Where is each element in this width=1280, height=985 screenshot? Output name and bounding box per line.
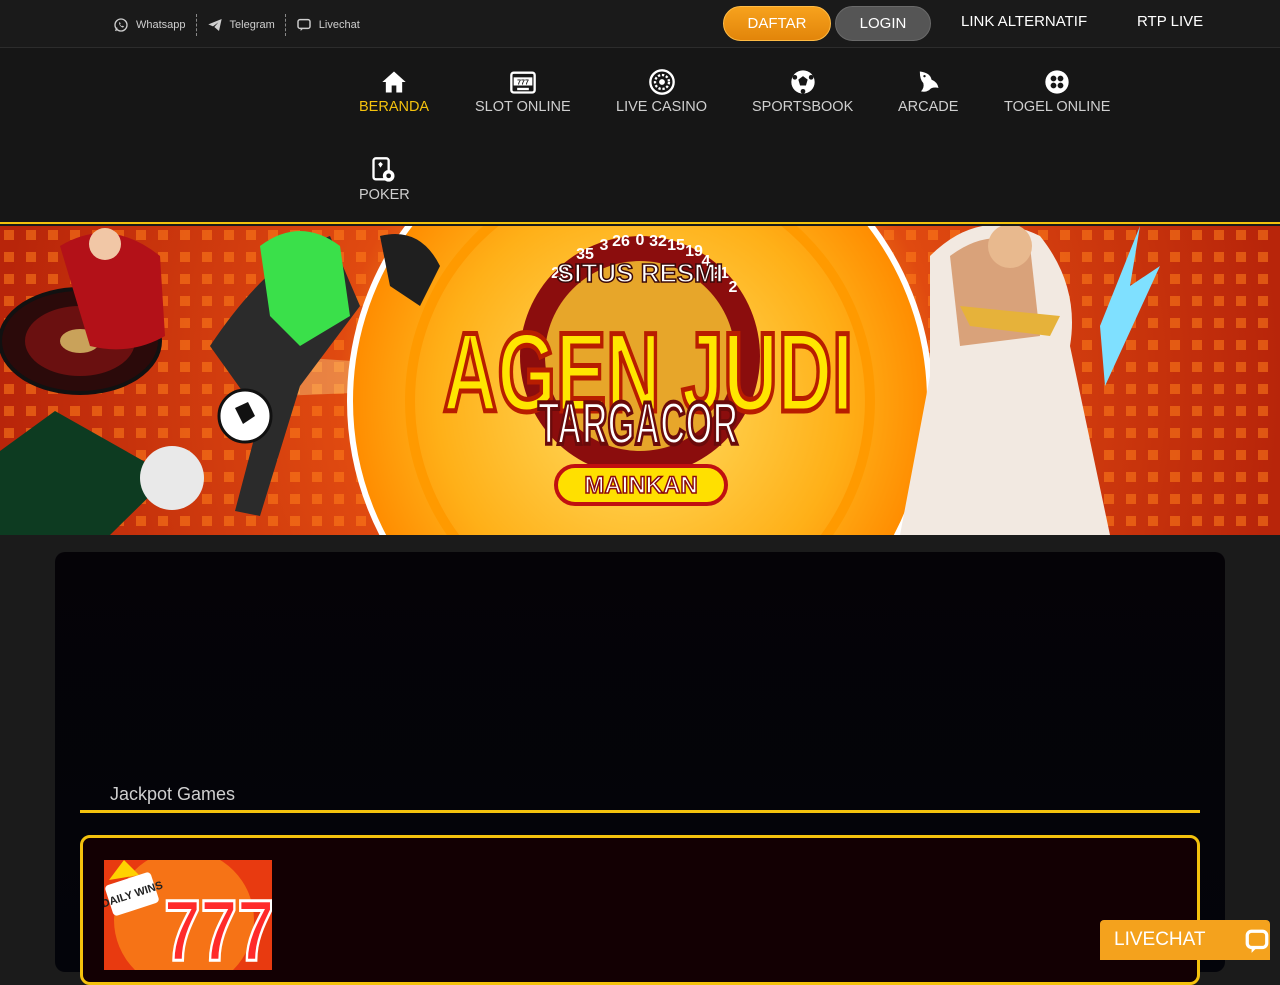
whatsapp-icon [114,18,128,32]
wheel-number: 2 [729,279,738,296]
slot-machine-icon: 777 [509,71,536,94]
wheel-number: 26 [612,233,630,250]
banner-art: 28 35 3 26 0 32 15 19 4 21 2 SITUS RESMI… [0,226,1280,535]
nav-item-poker[interactable]: POKER [359,156,410,203]
nav-label: SPORTSBOOK [752,99,854,115]
section-title: Jackpot Games [110,784,236,804]
livechat-link[interactable]: Livechat [284,14,370,36]
daftar-button[interactable]: DAFTAR [723,6,831,41]
nav-item-arcade[interactable]: ARCADE [898,68,958,115]
link-alternatif-link[interactable]: LINK ALTERNATIF [961,13,1087,30]
whatsapp-link[interactable]: Whatsapp [113,14,196,36]
game-name: 777 [164,883,272,970]
top-bar: Whatsapp Telegram Livechat DAFTAR LOGIN … [0,0,1280,48]
banner-line3: TARGACOR [538,390,738,457]
nav-item-live-casino[interactable]: LIVE CASINO [616,68,707,115]
nav-label: SLOT ONLINE [475,99,571,115]
nav-item-slot-online[interactable]: 777 SLOT ONLINE [475,68,571,115]
nav-label: TOGEL ONLINE [1004,99,1111,115]
telegram-icon [207,19,222,31]
nav-label: ARCADE [898,99,959,115]
livechat-label: Livechat [318,19,360,31]
chat-bubble-icon [1245,929,1269,953]
svg-text:777: 777 [517,79,529,86]
fish-icon [920,71,939,92]
rtp-live-link[interactable]: RTP LIVE [1137,13,1203,30]
livechat-widget[interactable]: LIVECHAT [1100,920,1270,960]
wheel-number: 0 [636,232,645,249]
nav-label: LIVE CASINO [616,99,708,115]
login-button[interactable]: LOGIN [835,6,931,41]
nav-item-togel-online[interactable]: TOGEL ONLINE [1004,68,1110,115]
game-thumbnail-art: DAILY WINS 777 [104,860,272,970]
banner-line1: SITUS RESMI [557,258,723,288]
promo-banner[interactable]: 28 35 3 26 0 32 15 19 4 21 2 SITUS RESMI… [0,226,1280,535]
livechat-widget-label: LIVECHAT [1114,929,1206,950]
main-nav: BERANDA 777 SLOT ONLINE LIVE CASINO SPOR… [0,48,1280,224]
chat-icon [297,18,311,31]
section-divider [80,810,1200,813]
poker-cards-icon [372,157,395,182]
whatsapp-label: Whatsapp [136,19,186,31]
home-icon [382,71,406,93]
mainkan-button-label[interactable]: MAINKAN [584,471,699,500]
nav-label: BERANDA [359,99,430,115]
soccer-ball-icon [790,70,815,94]
roulette-icon [648,69,675,95]
wheel-number: 15 [667,237,685,254]
nav-item-beranda[interactable]: BERANDA [359,68,429,115]
telegram-label: Telegram [229,19,275,31]
nav-label: POKER [359,187,410,203]
game-card-daily-wins[interactable]: DAILY WINS 777 [104,860,272,970]
lottery-balls-icon [1045,70,1069,94]
wheel-number: 3 [600,237,609,254]
contact-links: Whatsapp Telegram Livechat [113,14,370,36]
nav-item-sportsbook[interactable]: SPORTSBOOK [752,68,853,115]
wheel-number: 32 [649,233,667,250]
telegram-link[interactable]: Telegram [195,14,285,36]
